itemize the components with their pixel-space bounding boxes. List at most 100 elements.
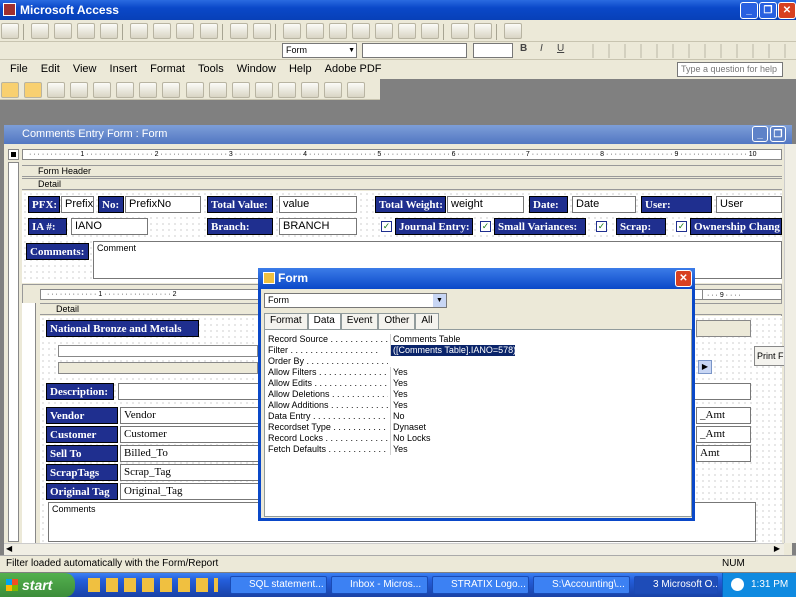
help-search-input[interactable]: Type a question for help [677, 62, 783, 77]
control-wizard-icon[interactable] [24, 82, 43, 98]
vertical-scrollbar[interactable] [784, 144, 796, 543]
minimize-icon[interactable]: _ [740, 2, 758, 19]
label-tool-icon[interactable] [47, 82, 66, 98]
total-weight-field[interactable]: weight [447, 196, 524, 213]
toggle-tool-icon[interactable] [116, 82, 135, 98]
menu-view[interactable]: View [73, 63, 97, 75]
scrap-tag-field[interactable]: Scrap_Tag [120, 464, 260, 481]
cut-icon[interactable] [130, 23, 149, 39]
help-icon[interactable] [504, 23, 523, 39]
start-button[interactable]: start [0, 573, 75, 597]
tab-event[interactable]: Event [340, 313, 379, 329]
tab-control-icon[interactable] [346, 82, 365, 98]
autoformat-icon[interactable] [351, 23, 370, 39]
object-select[interactable]: Form ▼ [282, 43, 357, 58]
property-value[interactable]: No [390, 411, 683, 422]
view-icon[interactable] [1, 23, 19, 39]
customer-field[interactable]: Customer [120, 426, 260, 443]
branch-field[interactable]: BRANCH [279, 218, 357, 235]
unbound-frame-icon[interactable] [277, 82, 296, 98]
restore-icon[interactable]: ❐ [759, 2, 777, 19]
billed-to-field[interactable]: Billed_To [120, 445, 260, 462]
menu-adobe-pdf[interactable]: Adobe PDF [325, 63, 382, 75]
combo-box-icon[interactable] [185, 82, 204, 98]
property-row[interactable]: Recordset Type . . . . . . . . . . . . .… [268, 422, 686, 433]
network-icon[interactable] [731, 578, 744, 591]
form-minimize-icon[interactable]: _ [752, 126, 768, 142]
property-row[interactable]: Allow Edits . . . . . . . . . . . . . . … [268, 378, 686, 389]
menu-help[interactable]: Help [289, 63, 312, 75]
property-object-select[interactable]: Form ▼ [264, 293, 447, 308]
property-value[interactable]: Yes [390, 444, 683, 455]
font-name-select[interactable] [362, 43, 467, 58]
page-break-icon[interactable] [323, 82, 342, 98]
quick-launch-icons[interactable] [88, 578, 218, 592]
redo-icon[interactable] [252, 23, 271, 39]
image-tool-icon[interactable] [254, 82, 273, 98]
bold-icon[interactable]: B [520, 43, 527, 54]
nested-scrollbar[interactable] [58, 362, 258, 374]
scroll-right-arrow-icon[interactable]: ▶ [774, 544, 780, 553]
option-button-icon[interactable] [139, 82, 158, 98]
form-restore-icon[interactable]: ❐ [770, 126, 786, 142]
detail-section-bar[interactable]: Detail [22, 178, 782, 190]
property-row[interactable]: Allow Additions . . . . . . . . . . . . … [268, 400, 686, 411]
task-microsoft-office[interactable]: 3 Microsoft O... [634, 576, 718, 594]
vendor-field[interactable]: Vendor [120, 407, 260, 424]
option-group-icon[interactable] [93, 82, 112, 98]
property-row[interactable]: Fetch Defaults . . . . . . . . . . . . .… [268, 444, 686, 455]
tab-all[interactable]: All [415, 313, 439, 329]
list-box-icon[interactable] [208, 82, 227, 98]
menu-tools[interactable]: Tools [198, 63, 224, 75]
italic-icon[interactable]: I [540, 43, 543, 54]
task-sql-statement[interactable]: SQL statement... [230, 576, 327, 594]
toolbox-icon[interactable] [328, 23, 347, 39]
prefix-no-field[interactable]: PrefixNo [125, 196, 201, 213]
journal-entry-checkbox[interactable]: ✓ [381, 221, 392, 232]
print-preview-icon[interactable] [100, 23, 119, 39]
select-objects-icon[interactable] [1, 82, 19, 98]
alignment-color-tools[interactable] [578, 44, 788, 58]
search-icon[interactable] [54, 23, 73, 39]
property-row[interactable]: Order By . . . . . . . . . . . . . . . .… [268, 356, 686, 367]
property-value[interactable]: Yes [390, 378, 683, 389]
property-value[interactable]: Yes [390, 367, 683, 378]
task-stratix-logo[interactable]: STRATIX Logo... [432, 576, 529, 594]
build-icon[interactable] [421, 23, 440, 39]
menu-insert[interactable]: Insert [110, 63, 138, 75]
menu-format[interactable]: Format [150, 63, 185, 75]
property-row[interactable]: Filter . . . . . . . . . . . . . . . . .… [268, 345, 686, 356]
property-close-icon[interactable]: ✕ [675, 270, 692, 287]
property-value[interactable]: Dynaset [390, 422, 683, 433]
menu-edit[interactable]: Edit [41, 63, 60, 75]
property-value[interactable]: Comments Table [390, 334, 683, 345]
copy-icon[interactable] [153, 23, 172, 39]
print-icon[interactable] [77, 23, 96, 39]
date-field[interactable]: Date [572, 196, 636, 213]
save-icon[interactable] [31, 23, 50, 39]
property-row[interactable]: Allow Filters . . . . . . . . . . . . . … [268, 367, 686, 378]
ownership-checkbox[interactable]: ✓ [676, 221, 687, 232]
menu-file[interactable]: File [10, 63, 28, 75]
property-value[interactable]: Yes [390, 400, 683, 411]
property-value[interactable]: No Locks [390, 433, 683, 444]
pfx-field[interactable]: Prefix [61, 196, 94, 213]
customer-amt-field[interactable]: _Amt [696, 426, 751, 443]
command-button-icon[interactable] [231, 82, 250, 98]
format-painter-icon[interactable] [199, 23, 218, 39]
print-button[interactable]: Print F [754, 346, 786, 366]
bound-frame-icon[interactable] [300, 82, 319, 98]
property-row[interactable]: Record Source . . . . . . . . . . . . . … [268, 334, 686, 345]
property-value[interactable]: ([Comments Table].IANO=578)) [390, 345, 519, 356]
user-field[interactable]: User [716, 196, 782, 213]
property-row[interactable]: Data Entry . . . . . . . . . . . . . . .… [268, 411, 686, 422]
property-row[interactable]: Record Locks . . . . . . . . . . . . . .… [268, 433, 686, 444]
form-selector[interactable] [8, 149, 19, 160]
property-row[interactable]: Allow Deletions . . . . . . . . . . . . … [268, 389, 686, 400]
tab-other[interactable]: Other [378, 313, 416, 329]
code-icon[interactable] [374, 23, 393, 39]
textbox-tool-icon[interactable] [70, 82, 89, 98]
field-list-icon[interactable] [305, 23, 324, 39]
scrap-checkbox[interactable]: ✓ [596, 221, 607, 232]
menu-window[interactable]: Window [237, 63, 276, 75]
